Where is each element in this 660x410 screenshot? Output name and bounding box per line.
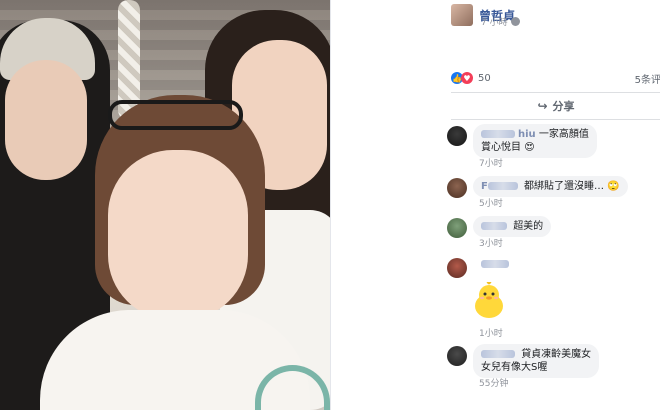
comment-item: 超美的	[447, 216, 552, 238]
post-time[interactable]: 7 小時	[481, 15, 508, 28]
comment-bubble: 超美的	[473, 216, 552, 237]
comment-time[interactable]: 3小时	[479, 236, 503, 249]
comment-bubble: hiu 一家高顏值 賞心悅目 😍	[473, 124, 597, 158]
heart-eyes-emoji: 😍	[524, 142, 535, 153]
share-button[interactable]: ↪ 分享	[451, 94, 660, 118]
redacted-name	[481, 350, 515, 358]
comment-time[interactable]: 5小时	[479, 196, 503, 209]
comment-time[interactable]: 7小时	[479, 156, 503, 169]
commenter-avatar[interactable]	[447, 346, 467, 366]
comment-time[interactable]: 1小时	[479, 326, 503, 339]
duck-sticker-icon[interactable]	[471, 282, 507, 320]
post-timestamp[interactable]: 7 小時	[481, 15, 520, 28]
commenter-avatar[interactable]	[447, 218, 467, 238]
comment-text-line2: 女兒有像大S喔	[481, 362, 548, 373]
sunglasses	[108, 100, 243, 130]
comment-text: 貸貞凍齡美魔女	[521, 349, 592, 360]
divider	[451, 119, 660, 120]
commenter-avatar[interactable]	[447, 258, 467, 278]
commenter-name[interactable]: hiu	[518, 129, 536, 140]
share-label: 分享	[552, 100, 575, 113]
commenter-name[interactable]: F	[481, 181, 488, 192]
person-center-face	[108, 150, 248, 320]
comment-item: hiu 一家高顏值 賞心悅目 😍	[447, 124, 597, 158]
person-left-face	[5, 60, 87, 180]
globe-icon	[510, 17, 520, 26]
redacted-name	[481, 130, 515, 138]
author-avatar[interactable]	[451, 4, 473, 26]
comment-time[interactable]: 55分钟	[479, 376, 508, 389]
commenter-avatar[interactable]	[447, 178, 467, 198]
commenter-avatar[interactable]	[447, 126, 467, 146]
comment-item: 貸貞凍齡美魔女 女兒有像大S喔	[447, 344, 600, 378]
divider	[451, 92, 660, 93]
post-panel: 曾哲貞 7 小時 👍 ♥ 50 5条评 ↪ 分享 hiu 一家高顏值 賞心悅目 …	[330, 0, 660, 410]
comment-text-line2: 賞心悅目	[481, 142, 521, 153]
comment-item	[447, 256, 520, 278]
redacted-name	[487, 182, 518, 190]
comment-text: 超美的	[513, 221, 544, 232]
comment-bubble: F 都綁貼了還沒睡… 🙄	[473, 176, 628, 197]
reaction-summary[interactable]: 👍 ♥ 50 5条评	[451, 70, 660, 86]
comment-item: F 都綁貼了還沒睡… 🙄	[447, 176, 628, 198]
reaction-count[interactable]: 50	[478, 73, 491, 84]
post-photo[interactable]	[0, 0, 330, 410]
redacted-name	[481, 222, 507, 230]
comment-count[interactable]: 5条评	[635, 71, 660, 86]
share-icon: ↪	[537, 99, 548, 113]
comment-text: 都綁貼了還沒睡…	[524, 181, 605, 192]
comment-bubble	[473, 256, 520, 275]
comment-bubble: 貸貞凍齡美魔女 女兒有像大S喔	[473, 344, 600, 378]
love-icon: ♥	[461, 72, 473, 84]
redacted-name	[481, 260, 509, 268]
comment-text: 一家高顏值	[538, 129, 589, 140]
eye-roll-emoji: 🙄	[607, 181, 620, 192]
